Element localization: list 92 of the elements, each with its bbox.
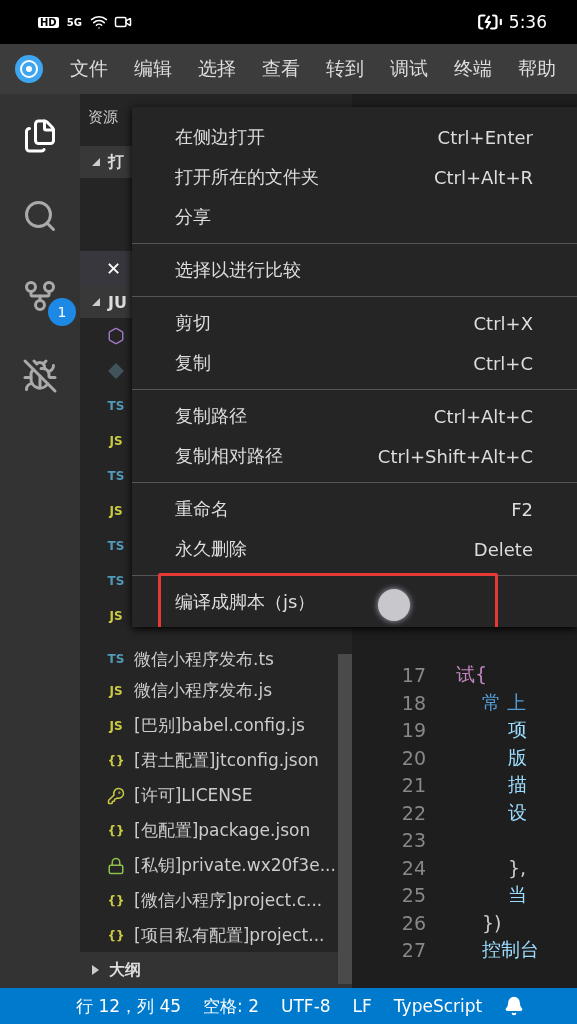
code-text: 描 — [508, 772, 527, 798]
code-text: 试{ — [456, 662, 488, 688]
file-name[interactable]: 微信小程序发布.ts — [134, 647, 274, 671]
menu-item[interactable]: 编译成脚本（js） — [132, 582, 577, 622]
shortcut-label: Ctrl+C — [473, 352, 533, 374]
code-text: }, — [508, 856, 527, 879]
code-text: 版 — [508, 744, 527, 770]
status-item[interactable]: TypeScript — [393, 996, 483, 1016]
menu-item[interactable]: 永久删除 Delete — [132, 529, 577, 569]
file-name[interactable]: 微信小程序发布.js — [134, 679, 272, 702]
scrollbar[interactable] — [338, 654, 352, 984]
file-name[interactable]: [君土配置]jtconfig.json — [134, 749, 319, 772]
hd-icon: HD — [38, 16, 59, 28]
menu-item[interactable]: 查看 — [262, 56, 300, 82]
touch-indicator — [378, 589, 410, 621]
line-number: 17 — [400, 664, 427, 687]
typescript-icon: TS — [107, 573, 125, 588]
menu-item[interactable]: 文件 — [70, 56, 108, 82]
status-item[interactable]: UTF-8 — [281, 996, 331, 1016]
javascript-icon: JS — [109, 433, 123, 448]
menu-item[interactable]: 剪切 Ctrl+X — [132, 303, 577, 343]
menu-item[interactable]: 复制 Ctrl+C — [132, 343, 577, 383]
file-name[interactable]: [项目私有配置]project... — [134, 924, 325, 947]
shortcut-label: F2 — [511, 498, 533, 520]
status-item[interactable]: 空格: 2 — [203, 994, 260, 1018]
braces-icon: {} — [107, 753, 125, 768]
typescript-icon: TS — [107, 652, 125, 666]
shortcut-label: Ctrl+Enter — [437, 126, 533, 148]
section-header[interactable]: 大纲 — [80, 952, 352, 988]
typescript-icon: TS — [107, 468, 125, 483]
code-text: 当 — [508, 882, 527, 908]
line-number: 22 — [400, 801, 427, 824]
shortcut-label: Ctrl+X — [473, 312, 533, 334]
shortcut-label: Delete — [473, 538, 533, 560]
file-name[interactable]: [许可]LICENSE — [134, 784, 253, 807]
menu-item[interactable]: 选择 — [198, 56, 236, 82]
typescript-icon: TS — [107, 398, 125, 413]
lock-icon — [107, 856, 125, 875]
menu-item[interactable]: 转到 — [326, 56, 364, 82]
status-item[interactable]: LF — [352, 996, 372, 1016]
diamond-icon — [108, 362, 124, 379]
code-text: }) — [482, 911, 502, 934]
menu-item[interactable]: 终端 — [454, 56, 492, 82]
braces-icon: {} — [107, 823, 125, 838]
menu-item[interactable]: 分享 — [132, 197, 577, 237]
braces-icon: {} — [107, 893, 125, 908]
shortcut-label: Ctrl+Alt+C — [433, 405, 533, 427]
line-number: 18 — [400, 691, 427, 714]
key-icon — [107, 786, 125, 805]
code-text: 设 — [508, 799, 527, 825]
javascript-icon: JS — [109, 683, 123, 698]
menu-item[interactable]: 编辑 — [134, 56, 172, 82]
menu-item[interactable]: 重命名 F2 — [132, 489, 577, 529]
shortcut-label: Ctrl+Shift+Alt+C — [377, 445, 533, 467]
javascript-icon: JS — [109, 608, 123, 623]
wifi-icon — [89, 13, 108, 31]
file-name[interactable]: [微信小程序]project.c... — [134, 889, 323, 912]
close-icon[interactable]: ✕ — [106, 258, 122, 279]
menu-item[interactable]: 在侧边打开 Ctrl+Enter — [132, 117, 577, 157]
panel-title: 资源 — [88, 108, 118, 126]
code-text: 控制台 — [482, 937, 539, 963]
javascript-icon: JS — [109, 718, 123, 733]
line-number: 26 — [400, 911, 427, 934]
braces-icon: {} — [107, 928, 125, 943]
count-badge: 1 — [48, 298, 76, 326]
status-item[interactable]: 行 12，列 45 — [76, 994, 182, 1018]
file-name[interactable]: [巴别]babel.config.js — [134, 714, 305, 737]
line-number: 27 — [400, 939, 427, 962]
line-number: 21 — [400, 774, 427, 797]
line-number: 23 — [400, 829, 427, 852]
file-name[interactable]: [私钥]private.wx20f3e... — [134, 854, 336, 877]
line-number: 24 — [400, 856, 427, 879]
code-text: 常 上 — [482, 689, 527, 715]
line-number: 20 — [400, 746, 427, 769]
clock: 5:36 — [508, 12, 547, 32]
menu-item[interactable]: 调试 — [390, 56, 428, 82]
javascript-icon: JS — [109, 503, 123, 518]
line-number: 25 — [400, 884, 427, 907]
typescript-icon: TS — [107, 538, 125, 553]
line-number: 19 — [400, 719, 427, 742]
shortcut-label: Ctrl+Alt+R — [433, 166, 533, 188]
menu-item[interactable]: 复制相对路径 Ctrl+Shift+Alt+C — [132, 436, 577, 476]
menu-item[interactable]: 选择以进行比较 — [132, 250, 577, 290]
menu-item[interactable]: 复制路径 Ctrl+Alt+C — [132, 396, 577, 436]
bell-icon[interactable] — [504, 996, 525, 1016]
code-text: 项 — [508, 717, 527, 743]
signal-label: 5G — [65, 16, 83, 28]
logo-icon — [14, 54, 44, 84]
file-name[interactable]: [包配置]package.json — [134, 819, 311, 842]
menu-item[interactable]: 帮助 — [518, 56, 556, 82]
menu-item[interactable]: 打开所在的文件夹 Ctrl+Alt+R — [132, 157, 577, 197]
hexagon-icon — [107, 326, 125, 345]
